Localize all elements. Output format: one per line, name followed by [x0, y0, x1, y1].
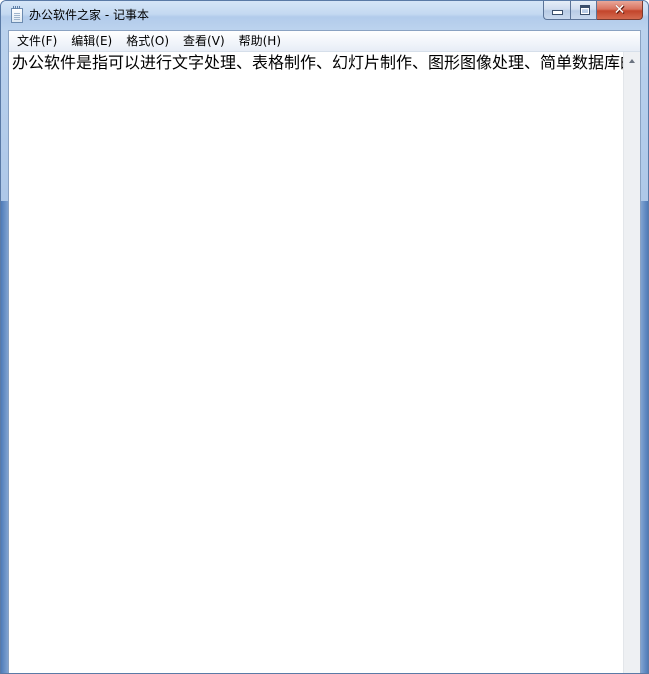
- menu-file[interactable]: 文件(F): [10, 32, 64, 50]
- restore-icon: [579, 5, 590, 15]
- menu-edit[interactable]: 编辑(E): [64, 32, 119, 50]
- minimize-icon: [551, 10, 563, 15]
- caption-buttons: ✕: [543, 1, 643, 20]
- client-area: 文件(F) 编辑(E) 格式(O) 查看(V) 帮助(H) 办公软件是指可以进行…: [8, 30, 641, 673]
- vertical-scrollbar[interactable]: [623, 52, 640, 673]
- window-title: 办公软件之家 - 记事本: [29, 8, 149, 22]
- window-frame-left: [1, 201, 8, 673]
- arrow-up-icon: [629, 58, 635, 63]
- close-button[interactable]: ✕: [597, 1, 643, 20]
- menu-help[interactable]: 帮助(H): [232, 32, 288, 50]
- notepad-window: 办公软件之家 - 记事本 ✕ 文件(F) 编辑(E) 格式(O) 查看(V) 帮…: [0, 0, 649, 674]
- menu-view[interactable]: 查看(V): [176, 32, 232, 50]
- notepad-icon[interactable]: [11, 6, 23, 23]
- window-frame-right: [641, 201, 648, 673]
- scroll-up-button[interactable]: [624, 52, 640, 69]
- text-editor[interactable]: 办公软件是指可以进行文字处理、表格制作、幻灯片制作、图形图像处理、简单数据库的: [9, 52, 623, 673]
- menu-bar: 文件(F) 编辑(E) 格式(O) 查看(V) 帮助(H): [9, 31, 640, 52]
- minimize-button[interactable]: [543, 1, 570, 20]
- maximize-button[interactable]: [570, 1, 597, 20]
- menu-format[interactable]: 格式(O): [119, 32, 176, 50]
- title-bar[interactable]: 办公软件之家 - 记事本 ✕: [1, 1, 648, 30]
- close-icon: ✕: [613, 2, 626, 18]
- editor-content[interactable]: 办公软件是指可以进行文字处理、表格制作、幻灯片制作、图形图像处理、简单数据库的: [12, 53, 623, 73]
